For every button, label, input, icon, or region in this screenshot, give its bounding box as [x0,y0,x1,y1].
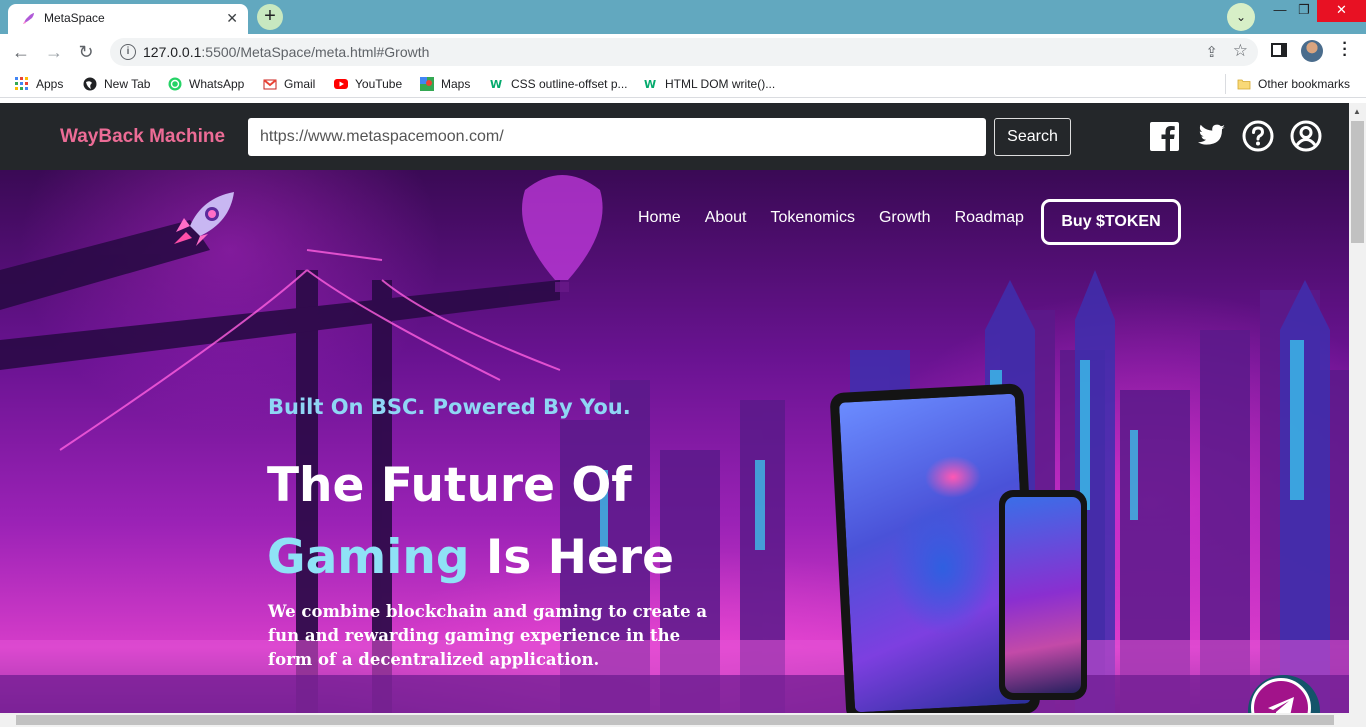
bookmark-label: WhatsApp [189,77,245,91]
url-host: 127.0.0.1 [143,44,202,60]
bookmark-label: YouTube [355,77,403,91]
wayback-url-input[interactable] [248,118,986,156]
bookmark-other[interactable]: Other bookmarks [1237,76,1350,92]
new-tab-button[interactable]: + [257,4,283,30]
headline-rest: Is Here [469,530,674,585]
url-path: :5500/MetaSpace/meta.html#Growth [201,44,430,60]
share-icon[interactable]: ⇪ [1205,43,1218,61]
bookmark-label: CSS outline-offset p... [511,77,628,91]
rocket-favicon-icon [23,13,34,24]
folder-icon [1237,79,1251,90]
telegram-inner [1251,678,1311,713]
side-panel-icon[interactable] [1271,43,1287,57]
address-url[interactable]: 127.0.0.1:5500/MetaSpace/meta.html#Growt… [143,44,429,60]
address-bar[interactable]: i 127.0.0.1:5500/MetaSpace/meta.html#Gro… [110,38,1258,66]
scroll-up-arrow-icon[interactable]: ▲ [1353,107,1361,116]
maps-icon [420,77,434,91]
nav-tokenomics[interactable]: Tokenomics [771,208,855,234]
nav-growth[interactable]: Growth [879,208,931,234]
bookmark-label: Other bookmarks [1258,77,1351,91]
hero-section: Home About Tokenomics Growth Roadmap Buy… [0,170,1349,713]
phone-illustration [999,490,1087,700]
vertical-scroll-thumb[interactable] [1351,121,1364,243]
facebook-icon[interactable] [1149,120,1181,152]
telegram-icon [1268,697,1294,713]
hero-tagline: Built On BSC. Powered By You. [268,395,631,419]
bookmark-label: Maps [441,77,471,91]
bookmark-new-tab[interactable]: New Tab [83,76,150,92]
window-close-button[interactable]: ✕ [1317,0,1366,22]
rocket-logo-icon [174,192,234,246]
bookmark-label: HTML DOM write()... [665,77,776,91]
bookmark-label: Apps [36,77,64,91]
youtube-icon [334,79,348,89]
wayback-search-button[interactable]: Search [994,118,1071,156]
help-icon[interactable] [1242,120,1274,152]
web-page: WayBack Machine Search [0,103,1349,713]
bookmark-youtube[interactable]: YouTube [334,76,402,92]
browser-tabstrip: MetaSpace ✕ + ⌄ — ❐ ✕ [0,0,1366,34]
w3schools-icon: W [644,78,656,91]
nav-about[interactable]: About [705,208,747,234]
bookmark-apps[interactable]: Apps [15,76,63,92]
window-maximize-button[interactable]: ❐ [1290,0,1318,22]
whatsapp-icon [168,77,182,91]
bookmark-whatsapp[interactable]: WhatsApp [168,76,244,92]
wayback-toolbar: WayBack Machine Search [0,103,1349,170]
bookmark-star-icon[interactable]: ☆ [1233,41,1248,61]
hero-description: We combine blockchain and gaming to crea… [268,602,708,669]
bookmark-html-dom-write[interactable]: W HTML DOM write()... [644,76,775,92]
bookmarks-bar: Apps New Tab WhatsApp Gmail YouTube Maps… [0,70,1366,98]
headline-line1: The Future Of [267,458,632,513]
horizontal-scroll-thumb[interactable] [16,715,1334,725]
buy-token-button[interactable]: Buy $TOKEN [1041,199,1181,245]
account-icon[interactable] [1290,120,1322,152]
site-info-icon[interactable]: i [120,44,136,60]
w3schools-icon: W [490,78,502,91]
nav-roadmap[interactable]: Roadmap [955,208,1024,234]
gmail-icon [263,79,277,90]
twitter-icon[interactable] [1194,120,1226,152]
tab-search-chevron-icon[interactable]: ⌄ [1227,3,1255,31]
browser-toolbar: ← → ↻ i 127.0.0.1:5500/MetaSpace/meta.ht… [0,34,1366,70]
forward-arrow-icon[interactable]: → [43,41,65,63]
tab-close-icon[interactable]: ✕ [226,10,238,27]
browser-tab[interactable]: MetaSpace ✕ [8,4,248,34]
bookmark-gmail[interactable]: Gmail [263,76,315,92]
hero-headline: The Future Of Gaming Is Here [267,450,674,594]
globe-icon [83,77,97,91]
wayback-title: WayBack Machine [60,126,226,147]
bookmark-css-outline-offset[interactable]: W CSS outline-offset p... [490,76,628,92]
svg-text:W: W [644,78,656,91]
browser-menu-icon[interactable]: · · · [1340,36,1350,64]
svg-text:W: W [490,78,502,91]
bookmark-label: New Tab [104,77,151,91]
bookmarks-separator [1225,74,1226,94]
profile-avatar[interactable] [1301,40,1323,62]
tab-title: MetaSpace [44,11,105,25]
reload-icon[interactable]: ↻ [75,41,97,63]
vertical-scrollbar[interactable]: ▲ [1349,103,1366,713]
back-arrow-icon[interactable]: ← [10,41,32,63]
horizontal-scrollbar[interactable] [0,713,1366,727]
bookmark-maps[interactable]: Maps [420,76,470,92]
site-nav: Home About Tokenomics Growth Roadmap [638,208,1024,234]
nav-home[interactable]: Home [638,208,681,234]
phone-game-image [1005,497,1081,693]
headline-accent: Gaming [267,530,470,585]
apps-grid-icon [15,77,28,90]
bookmark-label: Gmail [284,77,316,91]
